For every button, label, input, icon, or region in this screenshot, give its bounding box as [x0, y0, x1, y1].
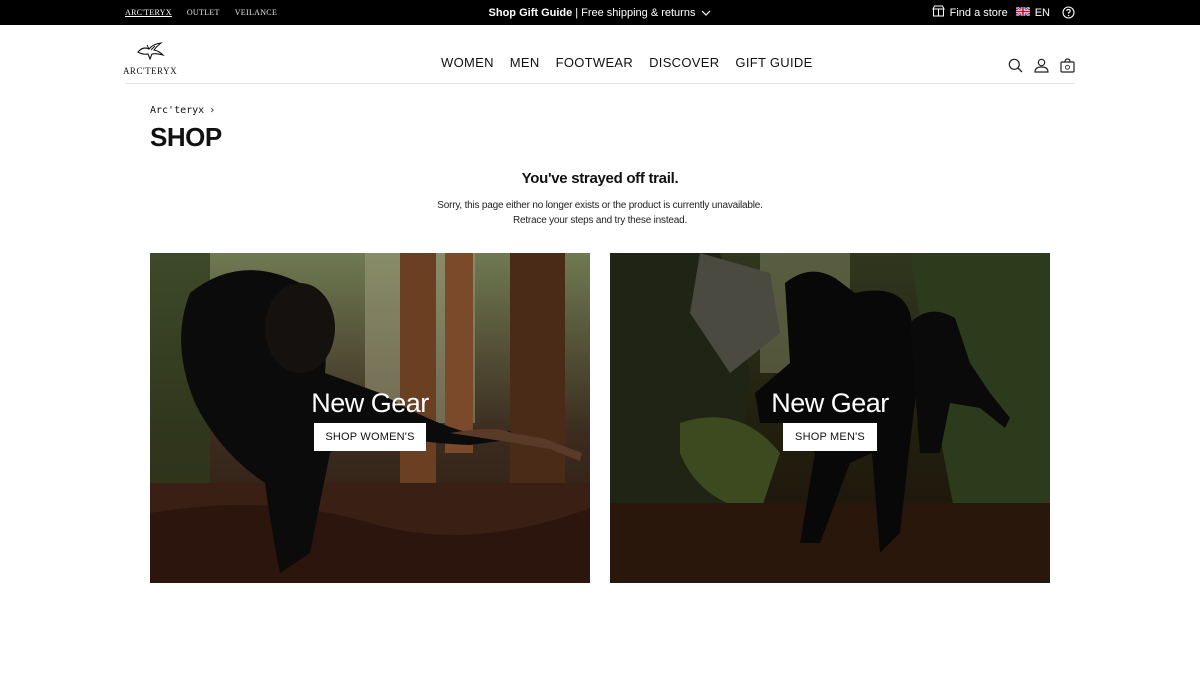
not-found-heading: You've strayed off trail.: [521, 170, 679, 187]
nav-item-women[interactable]: WOMEN: [441, 55, 494, 70]
bag-icon[interactable]: [1059, 57, 1075, 73]
card-headline: New Gear: [771, 388, 889, 418]
nav-item-footwear[interactable]: FOOTWEAR: [556, 55, 634, 70]
promo-text: Free shipping & returns: [581, 6, 696, 19]
breadcrumb: Arc'teryx ›: [150, 105, 215, 116]
chevron-down-icon[interactable]: [701, 10, 711, 16]
help-icon[interactable]: [1062, 6, 1075, 19]
main-header: ARC'TERYX WOMEN MEN FOOTWEAR DISCOVER GI…: [122, 25, 1075, 84]
shop-womens-button[interactable]: SHOP WOMEN'S: [314, 423, 426, 451]
primary-nav: WOMEN MEN FOOTWEAR DISCOVER GIFT GUIDE: [441, 25, 813, 99]
find-store-link[interactable]: Find a store: [931, 5, 1008, 20]
language-label: EN: [1034, 6, 1050, 19]
nav-item-men[interactable]: MEN: [510, 55, 540, 70]
logo-wordmark: ARC'TERYX: [122, 66, 178, 76]
nav-item-gift-guide[interactable]: GIFT GUIDE: [735, 55, 812, 70]
search-icon[interactable]: [1007, 57, 1023, 73]
language-selector[interactable]: EN: [1015, 5, 1050, 19]
shop-mens-button[interactable]: SHOP MEN'S: [783, 423, 877, 451]
promo-card-women[interactable]: New Gear SHOP WOMEN'S: [150, 253, 590, 583]
not-found-text-2: Retrace your steps and try these instead…: [512, 215, 688, 226]
archaeopteryx-logo-icon: [135, 42, 165, 65]
store-icon: [931, 5, 945, 20]
breadcrumb-home-link[interactable]: Arc'teryx: [150, 105, 204, 116]
logo[interactable]: ARC'TERYX: [122, 42, 178, 76]
not-found-message: You've strayed off trail. Sorry, this pa…: [0, 170, 1200, 228]
promo-bold-text: Shop Gift Guide: [488, 6, 573, 19]
promo-card-men[interactable]: New Gear SHOP MEN'S: [610, 253, 1050, 583]
utility-right: Find a store EN: [931, 0, 1075, 25]
promo-separator: |: [575, 6, 579, 19]
not-found-text-1: Sorry, this page either no longer exists…: [437, 200, 763, 211]
page-title: SHOP: [150, 122, 222, 152]
account-icon[interactable]: [1033, 57, 1049, 73]
card-headline: New Gear: [311, 388, 429, 418]
find-store-label: Find a store: [949, 6, 1008, 19]
uk-flag-icon: [1015, 5, 1031, 19]
nav-item-discover[interactable]: DISCOVER: [649, 55, 719, 70]
header-actions: [1007, 57, 1075, 73]
utility-bar: ARC'TERYX OUTLET VEILANCE Shop Gift Guid…: [0, 0, 1200, 25]
breadcrumb-separator: ›: [209, 105, 216, 116]
